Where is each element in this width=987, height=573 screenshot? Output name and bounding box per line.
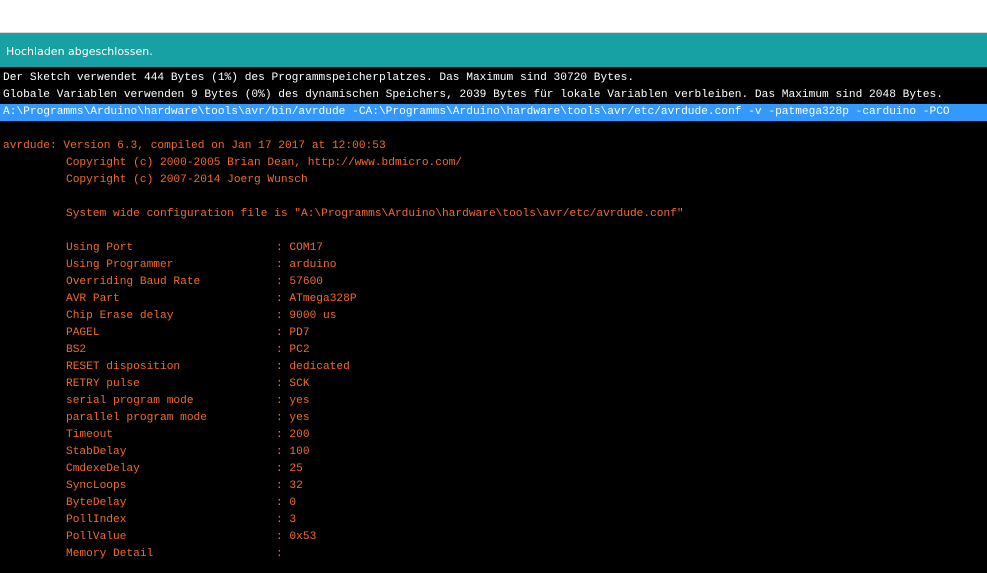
setting-value: : 32: [276, 480, 303, 492]
setting-row: AVR Part : ATmega328P: [0, 291, 987, 308]
status-bar: Hochladen abgeschlossen.: [0, 33, 987, 67]
setting-row: BS2 : PC2: [0, 342, 987, 359]
setting-key: SyncLoops: [66, 480, 127, 492]
setting-row: Chip Erase delay : 9000 us: [0, 308, 987, 325]
setting-value: : PC2: [276, 344, 310, 356]
config-file-line: System wide configuration file is "A:\Pr…: [66, 208, 684, 220]
setting-value: : COM17: [276, 242, 323, 254]
console-output[interactable]: Der Sketch verwendet 444 Bytes (1%) des …: [0, 67, 987, 573]
setting-key: RETRY pulse: [66, 378, 140, 390]
setting-key: AVR Part: [66, 293, 120, 305]
setting-key: serial program mode: [66, 395, 194, 407]
setting-key: BS2: [66, 344, 87, 356]
editor-area[interactable]: [0, 0, 987, 33]
sketch-size-line: Der Sketch verwendet 444 Bytes (1%) des …: [3, 72, 635, 84]
setting-key: ByteDelay: [66, 497, 127, 509]
setting-value: : SCK: [276, 378, 310, 390]
setting-value: : PD7: [276, 327, 310, 339]
setting-row: CmdexeDelay : 25: [0, 461, 987, 478]
setting-key: Overriding Baud Rate: [66, 276, 201, 288]
setting-row: StabDelay : 100: [0, 444, 987, 461]
setting-row: Overriding Baud Rate : 57600: [0, 274, 987, 291]
setting-value: : 200: [276, 429, 310, 441]
setting-key: PollValue: [66, 531, 127, 543]
setting-key: CmdexeDelay: [66, 463, 140, 475]
setting-row: Memory Detail:: [0, 546, 987, 563]
setting-value: : 0: [276, 497, 297, 509]
setting-value: :: [276, 548, 283, 560]
setting-key: Memory Detail: [66, 548, 154, 560]
setting-value: : yes: [276, 395, 310, 407]
setting-value: : 9000 us: [276, 310, 337, 322]
setting-value: : 100: [276, 446, 310, 458]
setting-value: : arduino: [276, 259, 337, 271]
setting-row: ByteDelay : 0: [0, 495, 987, 512]
global-variables-line: Globale Variablen verwenden 9 Bytes (0%)…: [3, 89, 943, 101]
setting-key: PollIndex: [66, 514, 127, 526]
status-message: Hochladen abgeschlossen.: [6, 45, 153, 58]
setting-row: parallel program mode : yes: [0, 410, 987, 427]
setting-value: : yes: [276, 412, 310, 424]
setting-key: parallel program mode: [66, 412, 207, 424]
setting-row: SyncLoops : 32: [0, 478, 987, 495]
setting-value: : dedicated: [276, 361, 350, 373]
setting-row: RESET disposition : dedicated: [0, 359, 987, 376]
setting-row: PAGEL : PD7: [0, 325, 987, 342]
setting-row: Using Programmer : arduino: [0, 257, 987, 274]
avrdude-version-line: avrdude: Version 6.3, compiled on Jan 17…: [3, 140, 386, 152]
copyright-line: Copyright (c) 2000-2005 Brian Dean, http…: [66, 157, 463, 169]
setting-value: : 57600: [276, 276, 323, 288]
setting-row: PollIndex : 3: [0, 512, 987, 529]
setting-value: : 25: [276, 463, 303, 475]
setting-key: Timeout: [66, 429, 113, 441]
setting-value: : 3: [276, 514, 297, 526]
setting-row: Using Port : COM17: [0, 240, 987, 257]
setting-key: Using Port: [66, 242, 134, 254]
setting-key: RESET disposition: [66, 361, 181, 373]
setting-key: PAGEL: [66, 327, 100, 339]
setting-row: Timeout : 200: [0, 427, 987, 444]
setting-row: PollValue : 0x53: [0, 529, 987, 546]
setting-row: RETRY pulse : SCK: [0, 376, 987, 393]
setting-key: StabDelay: [66, 446, 127, 458]
setting-key: Chip Erase delay: [66, 310, 174, 322]
setting-value: : 0x53: [276, 531, 317, 543]
selected-command-line[interactable]: A:\Programms\Arduino\hardware\tools\avr/…: [0, 104, 987, 121]
copyright-line: Copyright (c) 2007-2014 Joerg Wunsch: [66, 174, 308, 186]
setting-key: Using Programmer: [66, 259, 174, 271]
setting-row: serial program mode : yes: [0, 393, 987, 410]
setting-value: : ATmega328P: [276, 293, 357, 305]
